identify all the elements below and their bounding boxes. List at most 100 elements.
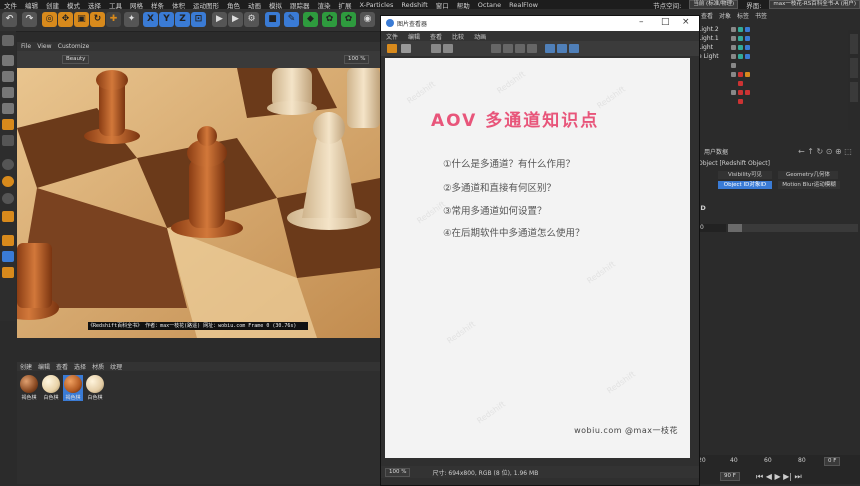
viewport-menu-item[interactable]: Customize	[58, 43, 90, 50]
array-icon[interactable]: ✿	[322, 12, 337, 27]
layer-icon[interactable]	[731, 45, 736, 50]
object-row[interactable]	[698, 71, 848, 79]
side-tab[interactable]	[850, 34, 858, 54]
material-swatch[interactable]: 褐色棋	[19, 375, 39, 401]
scale-tool-icon[interactable]: ▣	[74, 12, 89, 27]
pen-icon[interactable]: ✎	[284, 12, 299, 27]
material-swatch[interactable]: 白色棋	[41, 375, 61, 401]
tab-visibility[interactable]: Visibility可见	[718, 171, 772, 179]
material-swatch[interactable]: 白色棋	[85, 375, 105, 401]
layer-icon[interactable]	[731, 72, 736, 77]
check-icon[interactable]	[738, 27, 743, 32]
layer-icon[interactable]	[731, 63, 736, 68]
cube-icon[interactable]: ■	[265, 12, 280, 27]
aov-dropdown[interactable]: Beauty	[62, 55, 90, 64]
workplane-icon[interactable]	[2, 193, 14, 204]
material-menu-item[interactable]: 创建	[17, 362, 35, 371]
render-viewport[interactable]	[17, 68, 380, 338]
render-icon[interactable]	[491, 44, 501, 53]
maximize-icon[interactable]: □	[661, 17, 670, 27]
render-picture-viewer-icon[interactable]: ▶	[228, 12, 243, 27]
move-tool-icon[interactable]: ✥	[58, 12, 73, 27]
object-row[interactable]	[698, 80, 848, 88]
texture-mode-icon[interactable]	[2, 71, 14, 82]
undo-icon[interactable]: ↶	[2, 12, 17, 27]
edges-mode-icon[interactable]	[2, 103, 14, 114]
viewport-menu-item[interactable]: File	[21, 43, 31, 50]
object-row[interactable]	[698, 62, 848, 70]
pv-menu-item[interactable]: 文件	[381, 32, 403, 41]
nodespace-dropdown[interactable]: 当前 (标准/物理)	[689, 0, 739, 9]
material-menu-item[interactable]: 纹理	[107, 362, 125, 371]
region-render-icon[interactable]	[515, 44, 525, 53]
material-swatch-selected[interactable]: 褐色棋	[63, 375, 83, 401]
layout-icon[interactable]	[569, 44, 579, 53]
menu-item[interactable]: Octane	[474, 1, 505, 9]
viewport-menu-item[interactable]: View	[37, 43, 51, 50]
redo-icon[interactable]: ↷	[22, 12, 37, 27]
pv-menu-item[interactable]: 动画	[469, 32, 491, 41]
tab-motion-blur[interactable]: Motion Blur运动模糊	[778, 181, 840, 189]
cloner-icon[interactable]: ✿	[341, 12, 356, 27]
tab-geometry[interactable]: Geometry几何体	[778, 171, 838, 179]
objmgr-menu-item[interactable]: 对象	[716, 11, 734, 20]
layer-icon[interactable]	[731, 54, 736, 59]
attributes-tab-label[interactable]: 用户数据	[704, 147, 728, 156]
material-menu-item[interactable]: 查看	[53, 362, 71, 371]
material-menu-item[interactable]: 编辑	[35, 362, 53, 371]
close-icon[interactable]: ×	[682, 17, 690, 27]
side-tab[interactable]	[850, 58, 858, 78]
pv-menu-item[interactable]: 查看	[425, 32, 447, 41]
playback-controls-icon[interactable]: ⏮ ◀ ▶ ▶| ⏭	[756, 472, 802, 482]
pv-zoom-field[interactable]: 100 %	[385, 467, 411, 477]
viewport-zoom-field[interactable]: 100 %	[344, 55, 370, 64]
world-coords-icon[interactable]: ⊡	[191, 12, 206, 27]
tab-object-id[interactable]: Object ID对象ID	[718, 181, 772, 189]
layout-dropdown[interactable]: max一枝花-RS百科全书-A (用户)	[769, 0, 860, 9]
rotate-tool-icon[interactable]: ↻	[90, 12, 105, 27]
stop-render-icon[interactable]	[503, 44, 513, 53]
menu-item[interactable]: 帮助	[453, 0, 474, 10]
layer-icon[interactable]	[731, 27, 736, 32]
x-axis-button[interactable]: X	[143, 12, 158, 27]
minimize-icon[interactable]: –	[639, 17, 644, 27]
menu-item[interactable]: Redshift	[397, 1, 431, 9]
open-icon[interactable]	[387, 44, 397, 53]
camera-icon[interactable]: ◉	[360, 12, 375, 27]
snap-settings-icon[interactable]	[2, 176, 14, 187]
material-menu-item[interactable]: 选择	[71, 362, 89, 371]
object-id-slider[interactable]	[728, 224, 858, 232]
layer-icon[interactable]	[731, 36, 736, 41]
ab-compare-icon[interactable]	[443, 44, 453, 53]
object-row[interactable]: Light.2	[698, 26, 848, 34]
picture-viewer-titlebar[interactable]: 图片查看器 – □ ×	[381, 16, 699, 31]
compare-icon[interactable]	[431, 44, 441, 53]
check-icon[interactable]	[738, 45, 743, 50]
menu-item[interactable]: X-Particles	[356, 1, 398, 9]
object-id-field[interactable]: 0	[698, 224, 726, 232]
end-frame-field[interactable]: 90 F	[720, 472, 740, 481]
pv-menu-item[interactable]: 编辑	[403, 32, 425, 41]
nav-arrows-icon[interactable]: ← ↑ ↻ ⊙ ⊕ ⬚	[798, 147, 852, 156]
check-icon[interactable]	[738, 36, 743, 41]
object-row[interactable]	[698, 98, 848, 106]
object-row[interactable]: Light	[698, 44, 848, 52]
deformer-icon[interactable]	[2, 267, 14, 278]
fit-icon[interactable]	[545, 44, 555, 53]
channel-icon[interactable]	[527, 44, 537, 53]
save-icon[interactable]	[401, 44, 411, 53]
object-row[interactable]	[698, 89, 848, 97]
layer-icon[interactable]	[731, 90, 736, 95]
points-mode-icon[interactable]	[2, 87, 14, 98]
side-tab[interactable]	[850, 82, 858, 102]
select-tool-icon[interactable]: ◎	[42, 12, 57, 27]
menu-item[interactable]: RealFlow	[505, 1, 542, 9]
object-row[interactable]: e Light	[698, 53, 848, 61]
z-axis-button[interactable]: Z	[175, 12, 190, 27]
recent-tool-icon[interactable]: ✚	[106, 12, 121, 27]
magnet-icon[interactable]	[2, 235, 14, 246]
render-settings-icon[interactable]: ⚙	[244, 12, 259, 27]
objmgr-menu-item[interactable]: 标签	[734, 11, 752, 20]
snap-icon[interactable]	[2, 159, 14, 170]
make-editable-icon[interactable]	[2, 35, 14, 46]
